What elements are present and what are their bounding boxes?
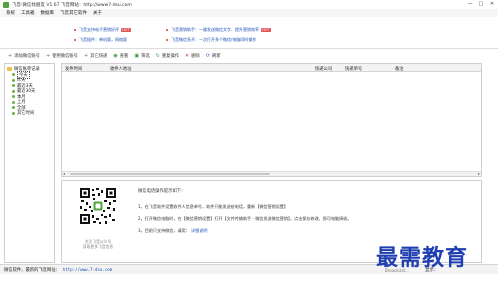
hot-badge: HOT — [261, 28, 271, 32]
bullet-icon — [74, 29, 76, 31]
menu-database[interactable]: 数据库 — [41, 10, 55, 16]
view-button[interactable]: ◉ 查看 — [113, 53, 128, 59]
menu-system[interactable]: 系统 — [6, 10, 15, 16]
help-title: 微信电话操作提示如下： — [138, 189, 186, 194]
qr-caption: 关注飞音公众号 获取更多飞音信息 — [70, 239, 126, 249]
reset-icon: ↻ — [155, 52, 160, 59]
menu-about[interactable]: 关于 — [93, 10, 102, 16]
help-step-3-text: 3，目前只支持微信，请用： — [138, 228, 190, 233]
hot-badge: HOT — [121, 28, 131, 32]
column-header-recipient[interactable]: 收件人地址 — [110, 66, 131, 72]
records-table: 发件时间 收件人地址 快递公司 快递单号 备注 ◂ ▸ — [61, 63, 482, 177]
plus-icon: + — [8, 52, 13, 59]
close-button[interactable]: ✕ — [488, 1, 496, 7]
help-step-3: 3，目前只支持微信，请用： 详细说明 — [138, 228, 207, 234]
refresh-icon: ⟳ — [205, 52, 211, 59]
leaf-icon — [12, 73, 15, 77]
notice-text[interactable]: 飞音支持电子营销好评 — [79, 27, 119, 33]
title-bar: 飞音·微信找朋友 V1.67 飞音网站：http://www7-dsu.com … — [0, 0, 498, 9]
notice-column-right: 飞音营销助手：一键发送微信文字、提升营销效率 HOT 飞音微信多开：一次打开多个… — [166, 27, 271, 43]
notice-text[interactable]: 飞音插件：单机版，网络版 — [79, 37, 127, 43]
bullet-icon — [166, 39, 168, 41]
bullet-icon — [166, 29, 168, 31]
leaf-icon — [12, 78, 15, 82]
horizontal-scrollbar[interactable]: ◂ ▸ — [62, 171, 481, 176]
qr-code-icon — [79, 187, 117, 225]
eye-icon: ◉ — [113, 52, 118, 59]
folder-icon — [7, 67, 12, 71]
plus-icon: + — [45, 52, 51, 59]
tree-item-label: 其它时间 — [17, 111, 35, 117]
notice-text[interactable]: 飞音微信多开：一次打开多个微信/电脑同时操作 — [171, 37, 256, 43]
delete-button[interactable]: ✕ 删除 — [185, 53, 200, 59]
watermark-subtext: Broadcast... — [385, 268, 409, 273]
menu-toolbox[interactable]: 工具箱 — [21, 10, 35, 16]
leaf-icon — [12, 111, 15, 115]
menu-bar: 系统 工具箱 数据库 飞音其它软件 关于 — [0, 9, 498, 17]
button-label: 刷新 — [212, 53, 221, 59]
button-label: 添加微信账号 — [14, 53, 40, 59]
notice-link[interactable]: 飞音插件：单机版，网络版 — [74, 37, 131, 43]
minimize-button[interactable]: — — [466, 1, 474, 7]
button-label: 其它快递 — [90, 53, 108, 59]
scroll-thumb[interactable] — [70, 173, 270, 175]
button-label: 使用微信账号 — [52, 53, 78, 59]
app-logo-icon — [3, 1, 9, 8]
maximize-button[interactable]: □ — [477, 1, 485, 7]
notice-panel: 飞音支持电子营销好评 HOT 飞音插件：单机版，网络版 飞音营销助手：一键发送微… — [0, 17, 498, 49]
menu-other-software[interactable]: 飞音其它软件 — [60, 10, 87, 16]
details-link[interactable]: 详细说明 — [191, 228, 207, 233]
notice-column-left: 飞音支持电子营销好评 HOT 飞音插件：单机版，网络版 — [74, 27, 131, 43]
qr-caption-line: 获取更多飞音信息 — [82, 244, 114, 249]
help-step-2: 2，打开微信电脑时，在【微信营销设置】打开【文件传输助手 - 微信发送微信营销】… — [138, 216, 352, 221]
button-label: 查看 — [119, 53, 129, 59]
other-express-button[interactable]: + 其它快递 — [84, 53, 107, 59]
use-account-button[interactable]: + 使用微信账号 — [46, 53, 78, 59]
leaf-icon — [12, 106, 15, 110]
notice-link[interactable]: 飞音支持电子营销好评 HOT — [74, 27, 131, 33]
column-header-tracking-no[interactable]: 快递单号 — [345, 66, 362, 72]
repeat-button[interactable]: ↻ 重复操作 — [156, 53, 179, 59]
status-text: 微信软件，最新的飞音网址： — [4, 267, 60, 273]
record-tree: 微信账单记录 今天 昨天 最近3天 最近30天 本月 上月 全部 其它时间 — [4, 63, 55, 263]
leaf-icon — [12, 89, 15, 93]
bullet-icon — [74, 39, 76, 41]
table-header: 发件时间 收件人地址 快递公司 快递单号 备注 — [62, 64, 481, 72]
add-account-button[interactable]: + 添加微信账号 — [8, 53, 40, 59]
status-url-link[interactable]: http://www.7-dsu.com — [63, 267, 112, 272]
button-label: 删除 — [191, 53, 200, 59]
refresh-button[interactable]: ⟳ 刷新 — [206, 53, 221, 59]
window-controls: — □ ✕ — [466, 1, 496, 7]
export-icon: ▣ — [134, 52, 140, 59]
column-header-courier[interactable]: 快递公司 — [315, 66, 332, 72]
plus-icon: + — [83, 52, 89, 59]
notice-link[interactable]: 飞音微信多开：一次打开多个微信/电脑同时操作 — [166, 37, 271, 43]
leaf-icon — [12, 95, 15, 99]
delete-icon: ✕ — [185, 52, 190, 59]
leaf-icon — [12, 84, 15, 88]
toolbar: + 添加微信账号 + 使用微信账号 + 其它快递 ◉ 查看 ▣ 筛选 ↻ 重复操… — [0, 49, 498, 62]
notice-text[interactable]: 飞音营销助手：一键发送微信文字、提升营销效率 — [171, 27, 259, 33]
filter-button[interactable]: ▣ 筛选 — [134, 53, 149, 59]
column-header-send-time[interactable]: 发件时间 — [65, 66, 82, 72]
button-label: 重复操作 — [161, 53, 180, 59]
scroll-left-icon[interactable]: ◂ — [63, 172, 65, 176]
leaf-icon — [12, 100, 15, 104]
column-header-remarks[interactable]: 备注 — [395, 66, 404, 72]
window-title: 飞音·微信找朋友 V1.67 飞音网站：http://www7-dsu.com — [12, 2, 132, 8]
tree-item-other-time[interactable]: 其它时间 — [5, 111, 54, 117]
button-label: 筛选 — [141, 53, 150, 59]
help-step-1: 1，在飞音软件设置收件人信息单号，软件只能发送给电话，重新【微信营销设置】 — [138, 204, 288, 209]
scroll-right-icon[interactable]: ▸ — [478, 172, 480, 176]
notice-link[interactable]: 飞音营销助手：一键发送微信文字、提升营销效率 HOT — [166, 27, 271, 33]
